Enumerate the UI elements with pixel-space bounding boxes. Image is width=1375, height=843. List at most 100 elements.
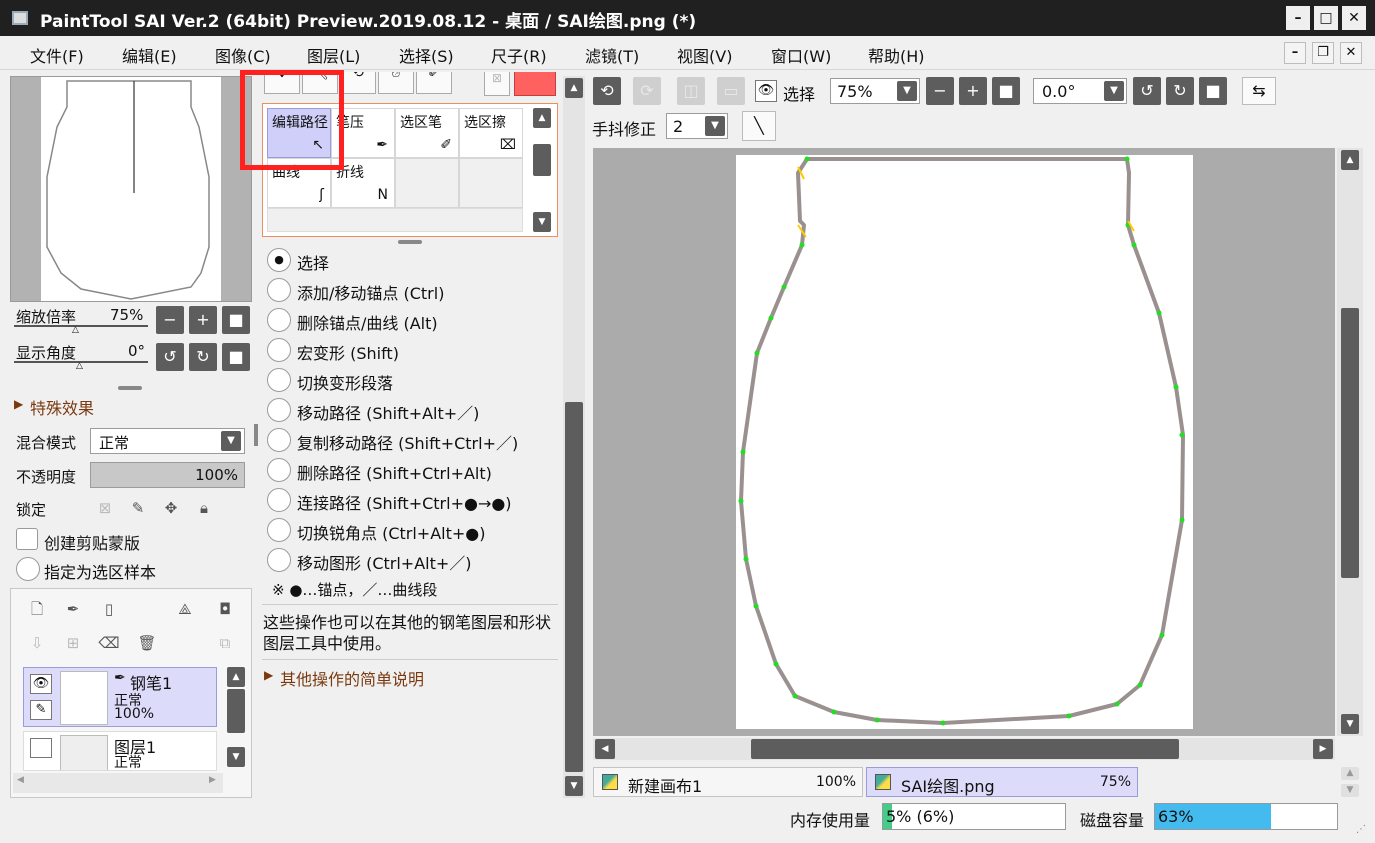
scroll-down-icon[interactable]: ▼	[565, 776, 583, 796]
menu-filter[interactable]: 滤镜(T)	[585, 43, 639, 67]
invert-selection-button[interactable]: ▭	[717, 77, 745, 105]
chevron-down-icon[interactable]: ▼	[897, 81, 917, 101]
tool-selection-eraser[interactable]: 选区擦 ⌧	[459, 108, 523, 158]
toolbar-zoom-in-button[interactable]: +	[959, 77, 987, 105]
tool-panel-scrollbar[interactable]: ▲ ▼	[563, 76, 585, 798]
option-radio[interactable]	[267, 518, 291, 542]
tool-splitter[interactable]	[398, 240, 422, 244]
tool-selection-pen[interactable]: 选区笔 ✐	[395, 108, 459, 158]
scroll-down-icon[interactable]: ▼	[1341, 714, 1359, 734]
option-radio[interactable]	[267, 548, 291, 572]
lock-transparency-icon[interactable]: ⊠	[91, 494, 119, 522]
effects-toggle[interactable]: 特殊效果	[30, 395, 94, 419]
deselect-button[interactable]: ◫	[677, 77, 705, 105]
layer-hscroll[interactable]: ◀ ▶	[13, 773, 223, 793]
effects-expander-icon[interactable]: ▶	[14, 397, 23, 411]
option-radio[interactable]	[267, 488, 291, 512]
menu-file[interactable]: 文件(F)	[30, 43, 84, 67]
lock-all-icon[interactable]: 🔒︎	[190, 494, 218, 522]
layer-mask-icon[interactable]: ◘	[211, 595, 239, 623]
new-pen-layer-icon[interactable]: ✒	[59, 595, 87, 623]
new-folder-icon[interactable]: ▯	[95, 595, 123, 623]
layer-item-layer1[interactable]: 图层1 正常	[23, 731, 217, 771]
selection-source-checkbox[interactable]	[16, 557, 40, 581]
rotate-right-button[interactable]: ↻	[189, 343, 217, 371]
option-radio[interactable]	[267, 458, 291, 482]
option-radio[interactable]	[267, 338, 291, 362]
toolbar-rotate-reset-button[interactable]: ■	[1199, 77, 1227, 105]
clip-mask-checkbox[interactable]	[16, 528, 38, 550]
option-radio[interactable]	[267, 278, 291, 302]
left-splitter[interactable]	[254, 424, 258, 446]
canvas-paper[interactable]	[736, 155, 1193, 729]
lock-draw-icon[interactable]: ✎	[124, 494, 152, 522]
maximize-button[interactable]: □	[1314, 6, 1338, 30]
hscroll-left-icon[interactable]: ◀	[17, 775, 24, 785]
option-radio[interactable]	[267, 308, 291, 332]
mdi-minimize-button[interactable]: –	[1284, 42, 1306, 64]
option-radio[interactable]	[267, 398, 291, 422]
stabilizer-select[interactable]: 2 ▼	[666, 113, 728, 139]
zoom-slider[interactable]	[14, 325, 148, 327]
scroll-left-icon[interactable]: ◀	[595, 739, 615, 759]
mdi-close-button[interactable]: ✕	[1340, 42, 1362, 64]
scroll-up-icon[interactable]: ▲	[565, 78, 583, 98]
menu-select[interactable]: 选择(S)	[399, 43, 454, 67]
panel-splitter[interactable]	[118, 386, 142, 390]
tabs-scroll-down[interactable]: ▼	[1341, 784, 1359, 797]
zoom-select[interactable]: 75% ▼	[830, 78, 920, 104]
merge-icon[interactable]: ⊞	[59, 629, 87, 657]
tool-scroll-up[interactable]: ▲	[533, 108, 551, 128]
move-down-icon[interactable]: ⇩	[23, 629, 51, 657]
chevron-down-icon[interactable]: ▼	[705, 116, 725, 136]
transparent-color-icon[interactable]: ⊠	[484, 72, 510, 96]
rotate-left-button[interactable]: ↺	[156, 343, 184, 371]
menu-image[interactable]: 图像(C)	[215, 43, 271, 67]
selection-visible-toggle[interactable]: 👁︎	[755, 80, 777, 102]
clear-layer-icon[interactable]: ⌫	[95, 629, 123, 657]
zoom-reset-button[interactable]: ■	[222, 306, 250, 334]
straight-line-button[interactable]: ╲	[742, 111, 776, 141]
zoom-out-button[interactable]: −	[156, 306, 184, 334]
new-layer-icon[interactable]: 🗋	[23, 595, 51, 623]
opacity-slider[interactable]: 100%	[90, 462, 245, 488]
option-radio[interactable]: ●	[267, 248, 291, 272]
canvas-viewport[interactable]	[593, 148, 1335, 736]
canvas-hscroll[interactable]: ◀ ▶	[593, 738, 1335, 760]
rotate-tool-icon[interactable]: ⟲	[340, 72, 376, 94]
scroll-thumb[interactable]	[1341, 308, 1359, 578]
layer-scroll-up[interactable]: ▲	[227, 667, 245, 687]
toolbar-rotate-left-button[interactable]: ↺	[1133, 77, 1161, 105]
more-expander-icon[interactable]: ▶	[264, 668, 273, 682]
menu-layer[interactable]: 图层(L)	[307, 43, 360, 67]
redo-button[interactable]: ⟳	[633, 77, 661, 105]
layer-item-pen1[interactable]: 👁︎ ✎ ✒ 钢笔1 正常 100%	[23, 667, 217, 727]
layer-scroll-down[interactable]: ▼	[227, 747, 245, 767]
chevron-down-icon[interactable]: ▼	[1104, 81, 1124, 101]
eye-icon[interactable]: 👁︎	[30, 674, 52, 694]
hscroll-right-icon[interactable]: ▶	[209, 775, 216, 785]
apply-mask-icon[interactable]: ⧉	[211, 629, 239, 657]
tool-scroll-thumb[interactable]	[533, 144, 551, 176]
menu-view[interactable]: 视图(V)	[677, 43, 732, 67]
canvas-vscroll[interactable]: ▲ ▼	[1337, 148, 1363, 736]
delete-layer-icon[interactable]: 🗑︎	[133, 629, 161, 657]
flip-horizontal-button[interactable]: ⇆	[1242, 77, 1276, 105]
eyedropper-tool-icon[interactable]: ✐	[416, 72, 452, 94]
toolbar-zoom-reset-button[interactable]: ■	[992, 77, 1020, 105]
scroll-up-icon[interactable]: ▲	[1341, 150, 1359, 170]
minimize-button[interactable]: –	[1286, 6, 1310, 30]
menu-help[interactable]: 帮助(H)	[868, 43, 925, 67]
toolbar-rotate-right-button[interactable]: ↻	[1166, 77, 1194, 105]
menu-window[interactable]: 窗口(W)	[771, 43, 831, 67]
tabs-scroll-up[interactable]: ▲	[1341, 767, 1359, 780]
chevron-down-icon[interactable]: ▼	[221, 431, 241, 451]
visibility-box[interactable]	[30, 738, 52, 758]
menu-ruler[interactable]: 尺子(R)	[491, 43, 547, 67]
canvas-tab[interactable]: 新建画布1 100%	[593, 767, 863, 797]
undo-button[interactable]: ⟲	[593, 77, 621, 105]
option-radio[interactable]	[267, 428, 291, 452]
lock-move-icon[interactable]: ✥	[157, 494, 185, 522]
rotate-reset-button[interactable]: ■	[222, 343, 250, 371]
option-radio[interactable]	[267, 368, 291, 392]
